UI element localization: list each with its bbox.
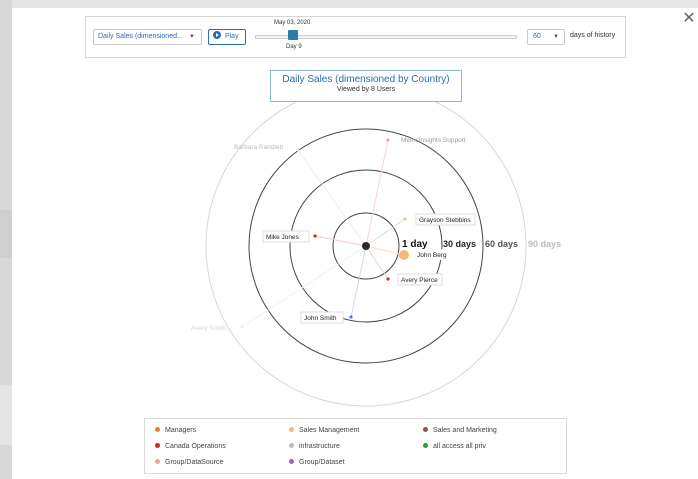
center-point (362, 242, 370, 250)
legend-item[interactable]: infrastructure (289, 442, 340, 450)
legend-item[interactable]: Sales and Marketing (423, 426, 497, 434)
user-point[interactable] (386, 138, 390, 142)
legend-dot (423, 442, 428, 448)
spoke (350, 245, 367, 318)
user-label: John Berg (417, 252, 447, 259)
legend-label: Managers (165, 427, 197, 434)
ring-label-60-days: 60 days (485, 239, 518, 249)
legend-label: Sales Management (299, 427, 360, 434)
legend-dot (155, 458, 160, 464)
legend-dot (289, 442, 294, 448)
user-label: Mike Jones (266, 234, 300, 241)
ring-label-90-days: 90 days (528, 239, 561, 249)
legend-item[interactable]: Canada Operations (155, 442, 226, 450)
legend-dot (155, 426, 160, 432)
legend-item[interactable]: all access all priv (423, 442, 486, 450)
user-label: Grayson Stebbins (419, 217, 471, 224)
legend-item[interactable]: Group/Dataset (289, 458, 345, 466)
legend-item[interactable]: Group/DataSource (155, 458, 224, 466)
user-point[interactable] (313, 234, 317, 238)
spoke (365, 139, 389, 247)
legend-label: Group/Dataset (299, 459, 345, 466)
user-label: Avery Pierce (401, 277, 438, 284)
user-label-faded: Avery Smith (191, 325, 226, 332)
ring-label-30-days: 30 days (443, 239, 476, 249)
user-point[interactable] (349, 315, 353, 319)
legend-label: Canada Operations (165, 443, 226, 450)
user-point[interactable] (403, 217, 407, 221)
chart-title: Daily Sales (dimensioned by Country) (282, 74, 450, 85)
user-label-faded: Barbara Randlett (234, 144, 283, 151)
legend-dot (423, 426, 428, 432)
chart-subtitle: Viewed by 8 Users (336, 86, 396, 93)
legend-label: all access all priv (433, 443, 486, 450)
user-point[interactable] (296, 148, 300, 152)
legend-item[interactable]: Sales Management (289, 426, 360, 434)
legend-dot (155, 442, 160, 448)
spoke (365, 245, 389, 280)
user-point-highlighted[interactable] (399, 250, 409, 260)
user-label-faded: MetricInsights Support (401, 137, 466, 144)
legend-item[interactable]: Managers (155, 426, 197, 434)
legend-dot (289, 458, 294, 464)
user-point[interactable] (240, 325, 244, 329)
ring-label-1-day: 1 day (402, 239, 428, 250)
legend-dot (289, 426, 294, 432)
legend-label: Group/DataSource (165, 459, 224, 466)
legend-label: infrastructure (299, 443, 340, 450)
user-label: John Smith (304, 315, 337, 322)
legend-label: Sales and Marketing (433, 427, 497, 434)
spoke (314, 235, 367, 247)
chart-title-box: Daily Sales (dimensioned by Country) Vie… (270, 70, 462, 102)
user-point[interactable] (386, 277, 390, 281)
legend: Managers Sales Management Sales and Mark… (144, 418, 567, 474)
